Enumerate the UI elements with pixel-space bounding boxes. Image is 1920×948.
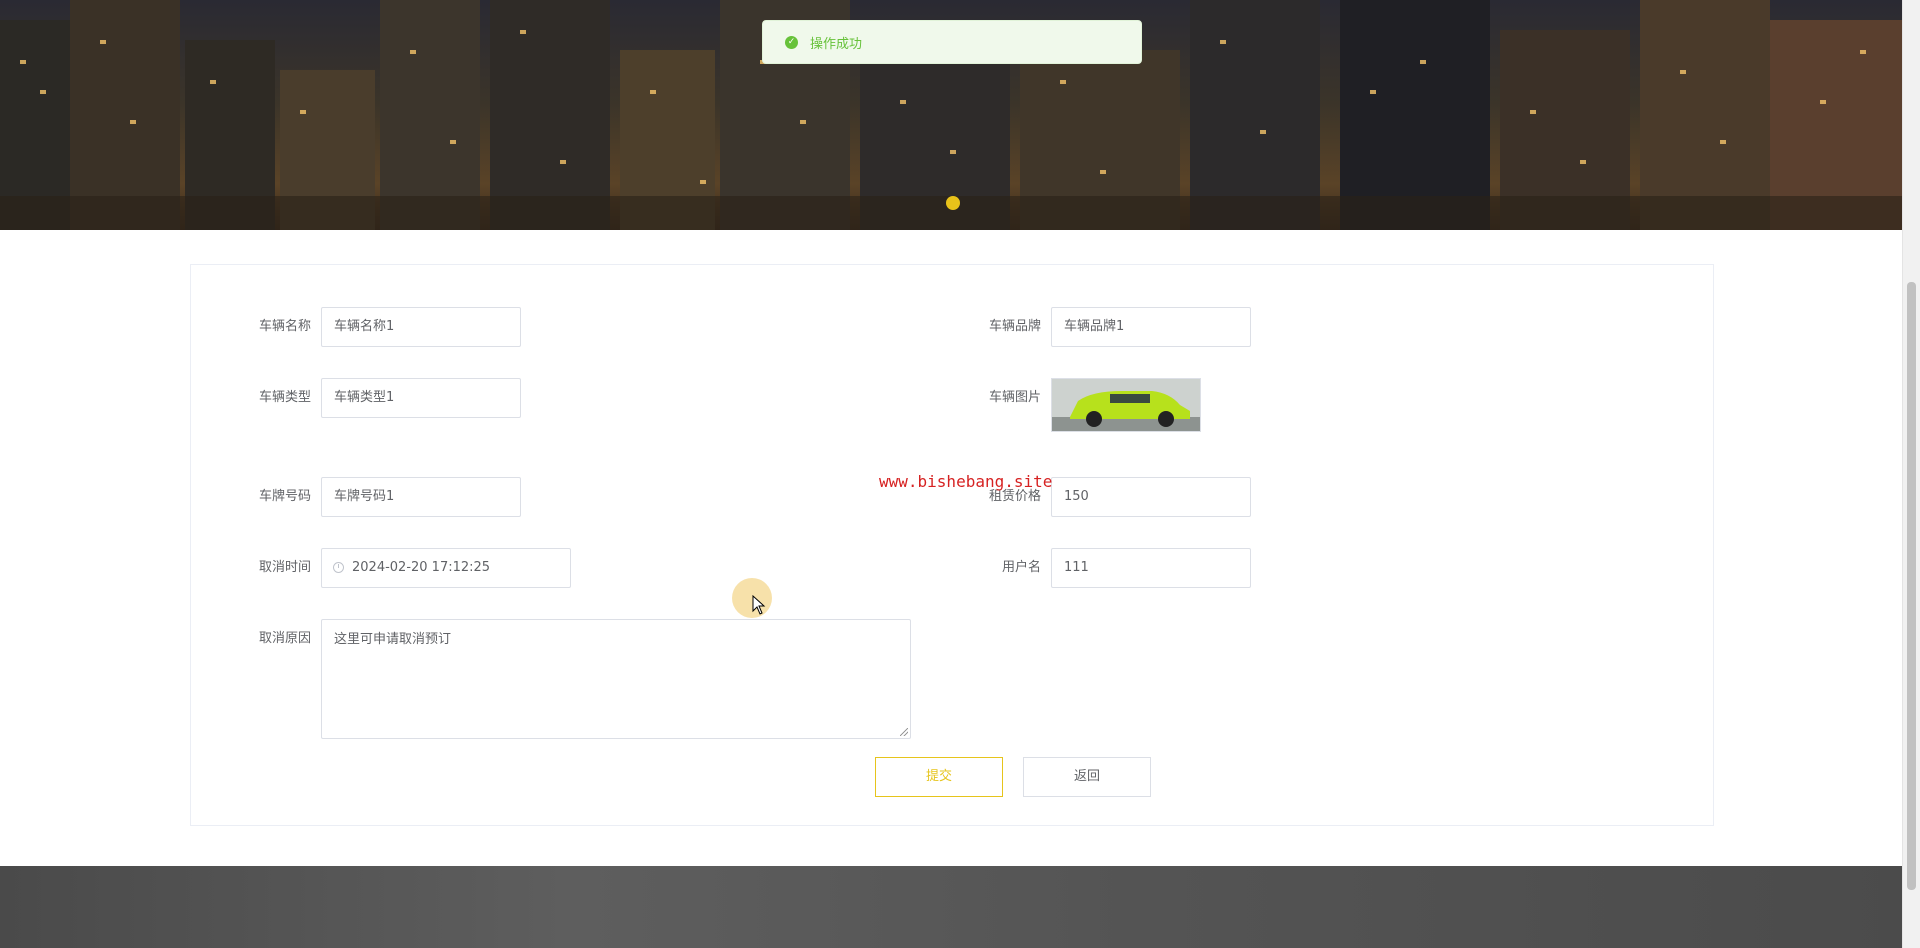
- scrollbar-thumb[interactable]: [1907, 282, 1916, 890]
- cancel-time-label: 取消时间: [258, 560, 311, 575]
- success-check-icon: ✓: [785, 35, 798, 49]
- watermark-text: www.bishebang.site: [879, 472, 1053, 491]
- cancel-reason-label: 取消原因: [258, 631, 311, 646]
- vehicle-type-label: 车辆类型: [258, 390, 311, 405]
- vehicle-name-label: 车辆名称: [258, 319, 311, 334]
- submit-button[interactable]: 提交: [875, 757, 1003, 797]
- cancel-reason-textarea[interactable]: 这里可申请取消预订: [321, 619, 911, 739]
- cancel-reason-text: 这里可申请取消预订: [334, 632, 452, 647]
- success-toast: ✓ 操作成功: [762, 20, 1142, 64]
- vehicle-type-input[interactable]: 车辆类型1: [321, 378, 521, 418]
- vertical-scrollbar[interactable]: [1902, 0, 1920, 948]
- carousel-indicator-dot[interactable]: [946, 196, 960, 210]
- back-button[interactable]: 返回: [1023, 757, 1151, 797]
- toast-message: 操作成功: [810, 36, 863, 52]
- vehicle-image-label: 车辆图片: [988, 390, 1041, 405]
- plate-number-label: 车牌号码: [258, 489, 311, 504]
- rental-price-input[interactable]: 150: [1051, 477, 1251, 517]
- car-photo: [1052, 379, 1200, 431]
- vehicle-brand-input[interactable]: 车辆品牌1: [1051, 307, 1251, 347]
- clock-icon: [333, 562, 344, 573]
- resize-handle-icon[interactable]: [900, 728, 908, 736]
- plate-number-input[interactable]: 车牌号码1: [321, 477, 521, 517]
- mouse-cursor-icon: [752, 595, 766, 615]
- vehicle-cancel-form: 车辆名称 车辆名称1 车辆品牌 车辆品牌1 车辆类型 车辆类型1 车辆图片 车牌…: [190, 264, 1714, 826]
- username-input[interactable]: 111: [1051, 548, 1251, 588]
- cancel-time-picker[interactable]: 2024-02-20 17:12:25: [321, 548, 571, 588]
- page-footer: [0, 866, 1902, 948]
- username-label: 用户名: [1001, 560, 1041, 575]
- vehicle-name-input[interactable]: 车辆名称1: [321, 307, 521, 347]
- vehicle-image-thumbnail[interactable]: [1051, 378, 1201, 432]
- cancel-time-value: 2024-02-20 17:12:25: [352, 560, 491, 575]
- vehicle-brand-label: 车辆品牌: [988, 319, 1041, 334]
- page: ✓ 操作成功 车辆名称 车辆名称1 车辆品牌 车辆品牌1 车辆类型 车辆类型1 …: [0, 0, 1902, 948]
